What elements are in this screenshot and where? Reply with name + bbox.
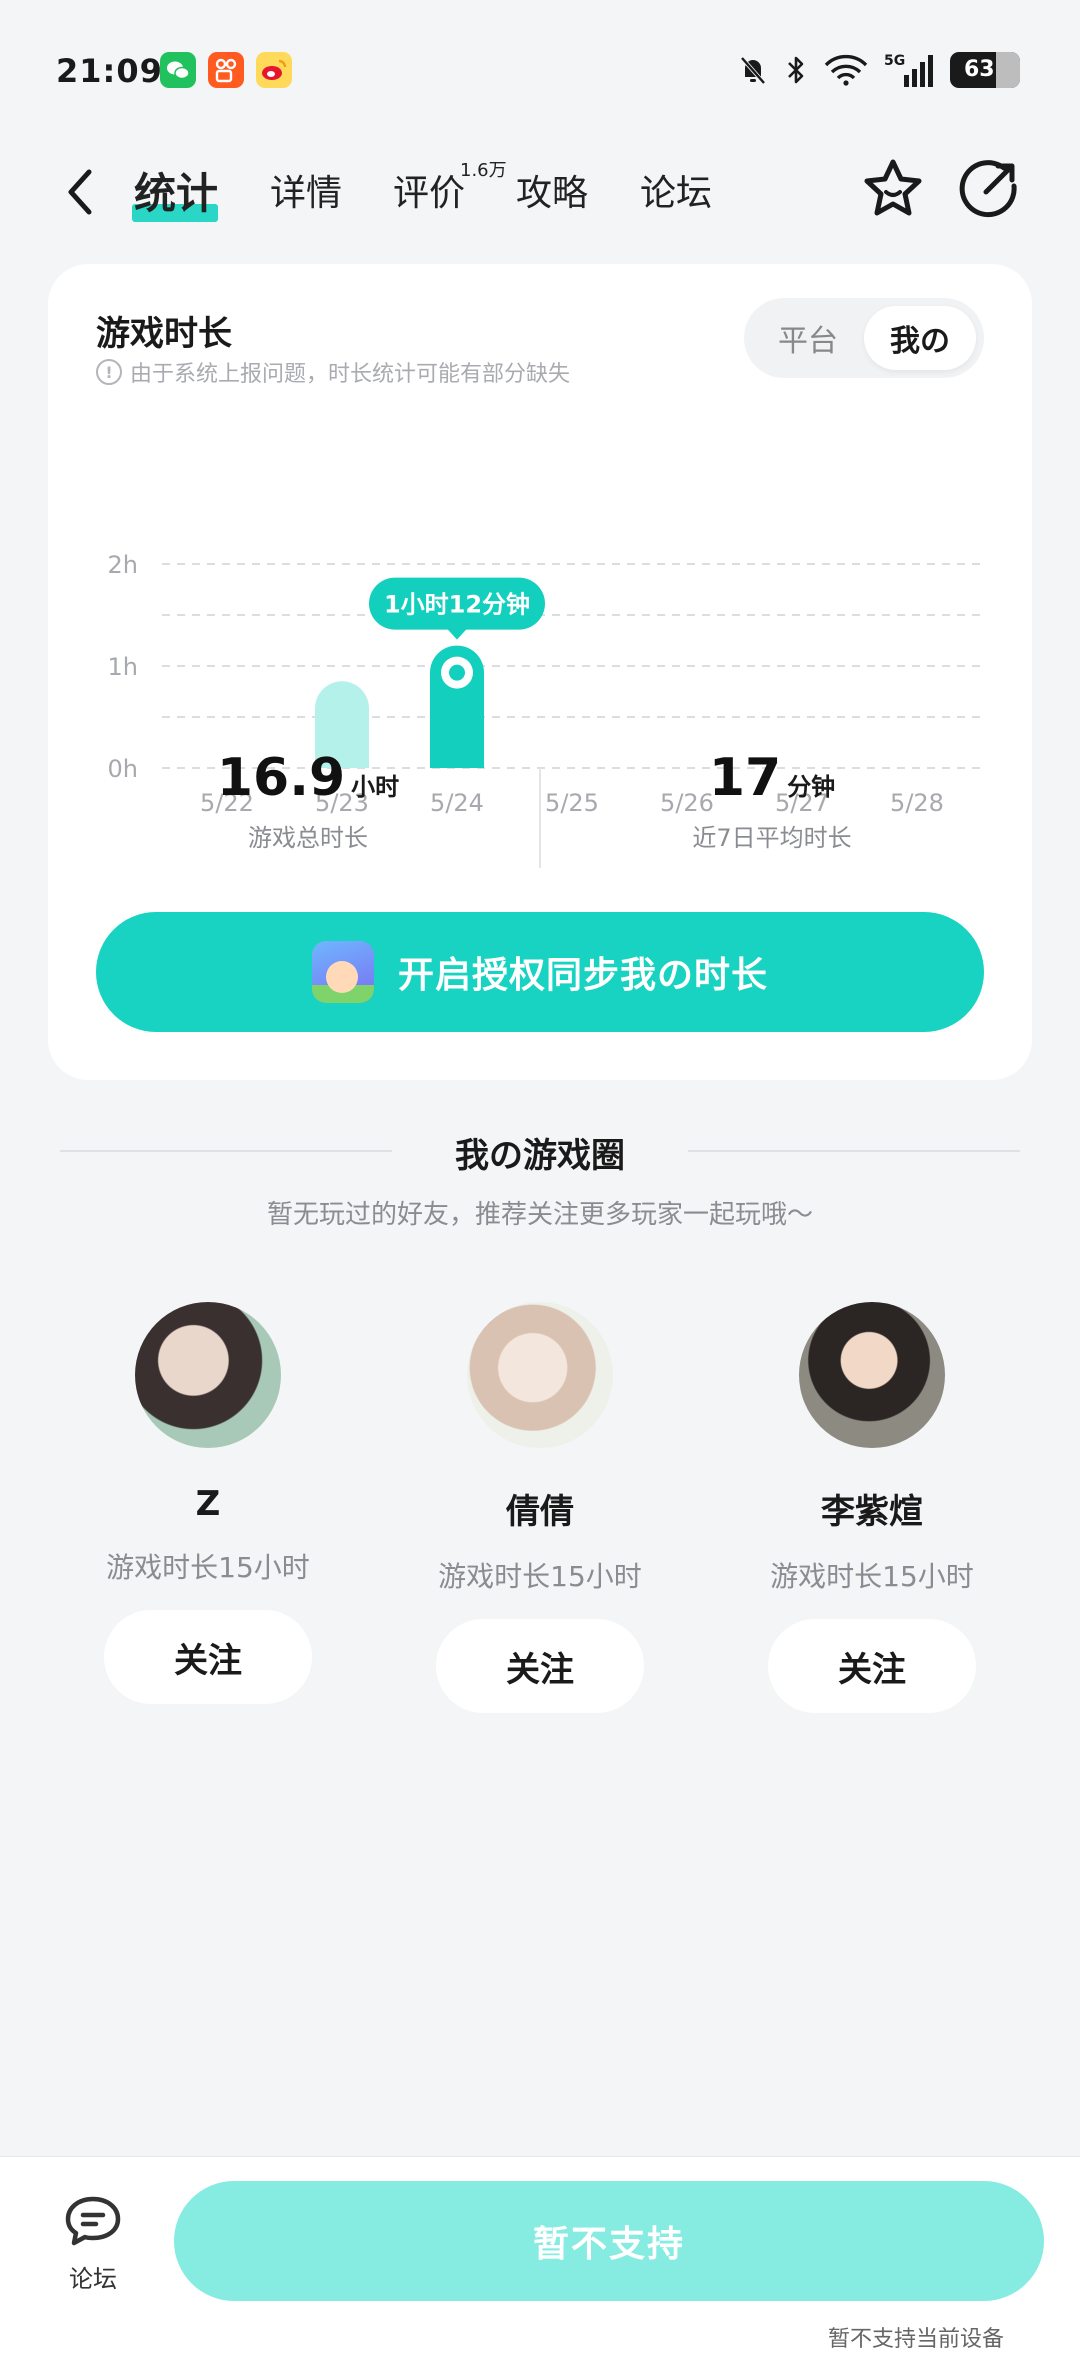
- game-character-avatar: [311, 941, 374, 1003]
- avatar[interactable]: [135, 1302, 281, 1448]
- total-playtime-value: 16.9: [216, 748, 346, 808]
- friend-card: Z 游戏时长15小时 关注: [58, 1302, 358, 1704]
- status-indicators: 5G 63: [736, 50, 1020, 90]
- avatar[interactable]: [799, 1302, 945, 1448]
- avatar[interactable]: [467, 1302, 613, 1448]
- playtime-card: 游戏时长 ! 由于系统上报问题，时长统计可能有部分缺失 平台 我の 0h 1h 2h…: [48, 264, 1032, 1080]
- stats-divider: [539, 768, 541, 868]
- y-tick-label: 2h: [108, 551, 138, 579]
- data-notice: ! 由于系统上报问题，时长统计可能有部分缺失: [96, 356, 570, 388]
- top-nav: 统计 详情 评价 1.6万 攻略 论坛: [0, 150, 1080, 240]
- playtime-stats: 16.9 小时 游戏总时长 17 分钟 近7日平均时长: [48, 748, 1032, 868]
- battery-indicator: 63: [950, 52, 1020, 88]
- tab-reviews[interactable]: 评价: [393, 164, 465, 216]
- average-playtime: 17 分钟 近7日平均时长: [552, 748, 992, 853]
- data-source-toggle: 平台 我の: [744, 298, 984, 378]
- game-circle-title: 我の游戏圈: [455, 1136, 625, 1176]
- svg-text:5G: 5G: [884, 53, 905, 69]
- weibo-icon: [256, 52, 292, 88]
- game-circle-subtitle: 暂无玩过的好友，推荐关注更多玩家一起玩哦～: [266, 1200, 813, 1230]
- forum-shortcut[interactable]: 论坛: [48, 2193, 138, 2294]
- follow-button[interactable]: 关注: [436, 1619, 644, 1713]
- section-divider-right: [688, 1150, 1020, 1152]
- share-icon: [959, 160, 1017, 218]
- signal-5g-icon: 5G: [884, 53, 933, 87]
- status-time: 21:09: [56, 52, 163, 90]
- forum-shortcut-label: 论坛: [69, 2265, 117, 2293]
- favorite-button[interactable]: [858, 154, 928, 224]
- sync-playtime-button[interactable]: 开启授权同步我の时长: [96, 912, 984, 1032]
- toggle-mine[interactable]: 我の: [864, 306, 976, 370]
- status-bar: 21:09 5G 63: [0, 0, 1080, 140]
- bluetooth-icon: [788, 56, 804, 84]
- bottom-action-bar: 论坛 暂不支持 暂不支持当前设备: [0, 2156, 1080, 2372]
- wifi-icon: [824, 54, 868, 86]
- follow-button[interactable]: 关注: [768, 1619, 976, 1713]
- bar-tooltip-pointer: [447, 628, 467, 640]
- friend-card: 倩倩 游戏时长15小时 关注: [390, 1302, 690, 1713]
- friend-card: 李紫煊 游戏时长15小时 关注: [722, 1302, 1022, 1713]
- forum-chat-icon: [65, 2196, 121, 2246]
- total-playtime-unit: 小时: [351, 773, 400, 801]
- share-button[interactable]: [954, 154, 1024, 224]
- unsupported-action-button[interactable]: 暂不支持: [174, 2181, 1044, 2301]
- wechat-icon: [160, 52, 196, 88]
- average-playtime-unit: 分钟: [787, 773, 836, 801]
- y-tick-label: 1h: [108, 653, 138, 681]
- friend-playtime: 游戏时长15小时: [106, 1551, 310, 1584]
- toggle-platform[interactable]: 平台: [752, 306, 864, 370]
- back-button[interactable]: [56, 162, 104, 222]
- tab-details[interactable]: 详情: [270, 164, 342, 216]
- average-playtime-label: 近7日平均时长: [692, 824, 852, 852]
- total-playtime: 16.9 小时 游戏总时长: [88, 748, 528, 853]
- follow-button[interactable]: 关注: [104, 1610, 312, 1704]
- sync-playtime-label: 开启授权同步我の时长: [397, 955, 768, 996]
- average-playtime-value: 17: [708, 748, 782, 808]
- playtime-chart: 0h1h2h5/22 5/231小时12分钟5/24 5/25 5/26 5/27 5/2…: [108, 551, 984, 817]
- game-stats-page: 21:09 5G 63 统计 详情 评价 1.6万 攻略 论坛 游戏时长 ! 由…: [0, 0, 1080, 2372]
- info-icon: !: [96, 359, 122, 385]
- bar-marker-center: [449, 664, 465, 681]
- unsupported-device-note: 暂不支持当前设备: [827, 2327, 1004, 2352]
- friend-name: 倩倩: [506, 1492, 574, 1532]
- tab-forum[interactable]: 论坛: [640, 164, 712, 216]
- data-notice-text: 由于系统上报问题，时长统计可能有部分缺失: [130, 362, 571, 387]
- star-smile-icon: [864, 159, 922, 216]
- bar-tooltip-text: 1小时12分钟: [384, 591, 530, 619]
- mute-bell-icon: [740, 56, 766, 85]
- friend-playtime: 游戏时长15小时: [438, 1560, 642, 1593]
- friend-playtime: 游戏时长15小时: [770, 1560, 974, 1593]
- chevron-left-icon: [68, 169, 92, 215]
- review-count-badge: 1.6万: [460, 160, 507, 181]
- battery-level: 63: [964, 57, 995, 82]
- kuaishou-icon: [208, 52, 244, 88]
- card-title: 游戏时长: [96, 314, 232, 354]
- friend-name: 李紫煊: [821, 1492, 923, 1532]
- friend-name: Z: [195, 1484, 221, 1524]
- tab-guides[interactable]: 攻略: [516, 164, 588, 216]
- total-playtime-label: 游戏总时长: [248, 824, 368, 852]
- tab-stats[interactable]: 统计: [134, 160, 218, 221]
